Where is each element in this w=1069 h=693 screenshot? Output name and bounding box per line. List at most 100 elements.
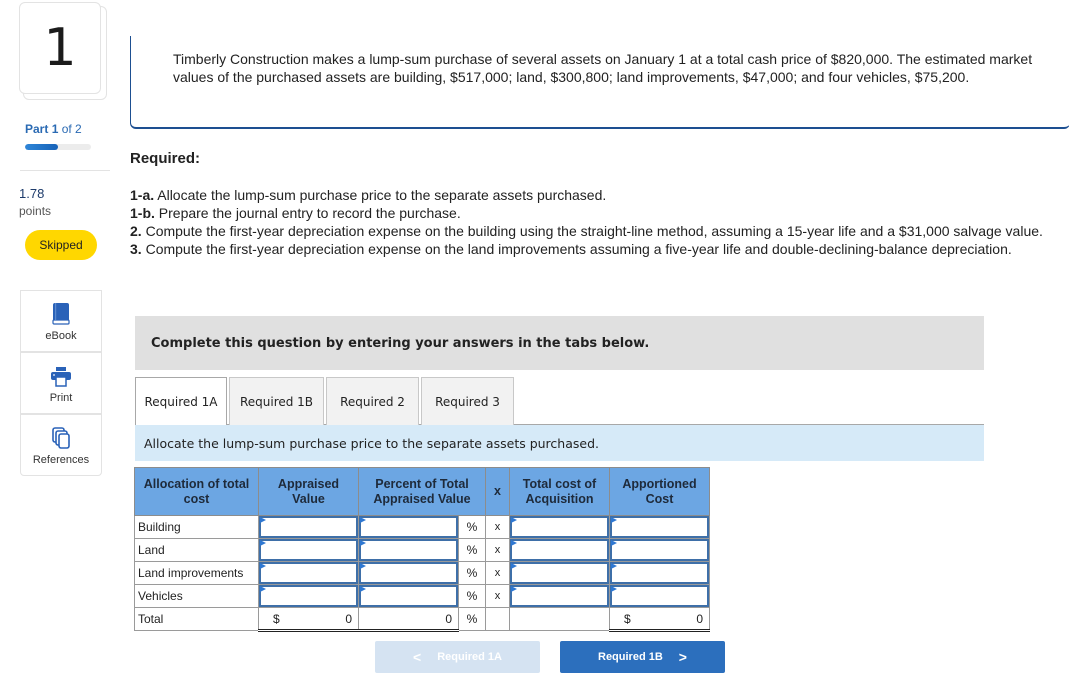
percent-symbol: % — [458, 584, 486, 608]
points-label: points — [19, 204, 52, 218]
next-tab-button[interactable]: Required 1B > — [560, 641, 725, 673]
chevron-left-icon: < — [413, 649, 422, 665]
item-text: Compute the first-year depreciation expe… — [141, 241, 1012, 257]
required-item: 3. Compute the first-year depreciation e… — [130, 240, 1060, 258]
appraised-value-field[interactable] — [261, 541, 356, 559]
required-item: 1-a. Allocate the lump-sum purchase pric… — [130, 186, 1060, 204]
row-label: Vehicles — [134, 584, 259, 608]
header-total-cost: Total cost of Acquisition — [509, 467, 610, 516]
print-button[interactable]: Print — [20, 352, 102, 414]
percent-field[interactable] — [361, 518, 456, 536]
printer-icon — [51, 365, 71, 387]
percent-field[interactable] — [361, 541, 456, 559]
part-progress-bar — [25, 144, 91, 150]
appraised-value-field[interactable] — [261, 564, 356, 582]
appraised-value-cell — [258, 515, 359, 539]
references-button[interactable]: References — [20, 414, 102, 476]
appraised-value-field[interactable] — [261, 587, 356, 605]
appraised-value-input[interactable] — [259, 585, 358, 607]
tab-description: Allocate the lump-sum purchase price to … — [135, 425, 984, 461]
tab-required-2[interactable]: Required 2 — [326, 377, 419, 425]
allocation-table: Allocation of total cost Appraised Value… — [134, 467, 710, 632]
required-heading: Required: — [130, 150, 201, 167]
apportioned-cost-input[interactable] — [610, 539, 709, 561]
apportioned-cost-input[interactable] — [610, 585, 709, 607]
total-cost-field[interactable] — [512, 541, 607, 559]
apportioned-cost-cell — [609, 584, 710, 608]
percent-input[interactable] — [359, 539, 458, 561]
tab-required-1a[interactable]: Required 1A — [135, 377, 227, 425]
book-icon — [52, 303, 70, 325]
total-cost-field[interactable] — [512, 564, 607, 582]
total-apportioned-value: 0 — [696, 611, 703, 626]
ebook-label: eBook — [45, 330, 77, 342]
part-progress-fill — [25, 144, 58, 150]
apportioned-cost-cell — [609, 515, 710, 539]
apportioned-cost-input[interactable] — [610, 562, 709, 584]
total-label: Total — [134, 607, 259, 631]
total-cost-field[interactable] — [512, 518, 607, 536]
appraised-value-cell — [258, 584, 359, 608]
apportioned-cost-field[interactable] — [612, 587, 707, 605]
appraised-value-input[interactable] — [259, 562, 358, 584]
appraised-value-input[interactable] — [259, 539, 358, 561]
total-cost-field[interactable] — [512, 587, 607, 605]
header-apportioned: Apportioned Cost — [609, 467, 710, 516]
tab-required-3[interactable]: Required 3 — [421, 377, 514, 425]
ebook-button[interactable]: eBook — [20, 290, 102, 352]
percent-symbol: % — [458, 515, 486, 539]
total-percent: 0 — [358, 607, 459, 632]
appraised-value-input[interactable] — [259, 516, 358, 538]
total-row: Total $0 0% $0 — [134, 607, 710, 632]
total-cost-input[interactable] — [510, 539, 609, 561]
row-label: Land improvements — [134, 561, 259, 585]
question-prompt: Timberly Construction makes a lump-sum p… — [173, 51, 1033, 85]
header-percent: Percent of Total Appraised Value — [358, 467, 486, 516]
header-allocation: Allocation of total cost — [134, 467, 259, 516]
total-cost-input[interactable] — [510, 585, 609, 607]
part-current: 1 — [51, 122, 59, 136]
apportioned-cost-field[interactable] — [612, 564, 707, 582]
apportioned-cost-field[interactable] — [612, 541, 707, 559]
table-row: Vehicles% x — [134, 584, 710, 608]
percent-symbol: % — [458, 561, 486, 585]
header-appraised: Appraised Value — [258, 467, 359, 516]
percent-input[interactable] — [359, 516, 458, 538]
table-row: Land% x — [134, 538, 710, 562]
part-of: of 2 — [61, 122, 82, 136]
part-prefix: Part — [25, 122, 49, 136]
percent-field[interactable] — [361, 587, 456, 605]
item-text: Allocate the lump-sum purchase price to … — [154, 187, 607, 203]
question-number: 1 — [19, 2, 101, 94]
appraised-value-cell — [258, 538, 359, 562]
total-cost-input[interactable] — [510, 516, 609, 538]
apportioned-cost-field[interactable] — [612, 518, 707, 536]
chevron-right-icon: > — [678, 649, 687, 665]
times-symbol: x — [485, 561, 510, 585]
question-number-card: 1 — [19, 2, 107, 100]
header-times: x — [485, 467, 510, 516]
total-cost-cell — [509, 538, 610, 562]
item-number: 1-b. — [130, 205, 155, 221]
percent-cell — [358, 584, 459, 608]
table-row: Land improvements% x — [134, 561, 710, 585]
status-badge: Skipped — [25, 230, 97, 260]
total-cost-input[interactable] — [510, 562, 609, 584]
tab-required-1b[interactable]: Required 1B — [229, 377, 324, 425]
item-number: 1-a. — [130, 187, 155, 203]
percent-input[interactable] — [359, 562, 458, 584]
copy-documents-icon — [52, 427, 70, 449]
times-symbol: x — [485, 515, 510, 539]
table-row: Building% x — [134, 515, 710, 539]
percent-cell — [358, 561, 459, 585]
prev-label: Required 1A — [437, 651, 502, 663]
percent-input[interactable] — [359, 585, 458, 607]
prev-tab-button[interactable]: < Required 1A — [375, 641, 540, 673]
apportioned-cost-input[interactable] — [610, 516, 709, 538]
print-label: Print — [49, 392, 73, 404]
appraised-value-field[interactable] — [261, 518, 356, 536]
currency-symbol: $ — [273, 611, 280, 626]
total-cost-cell — [509, 515, 610, 539]
points-value: 1.78 — [19, 186, 45, 201]
percent-field[interactable] — [361, 564, 456, 582]
